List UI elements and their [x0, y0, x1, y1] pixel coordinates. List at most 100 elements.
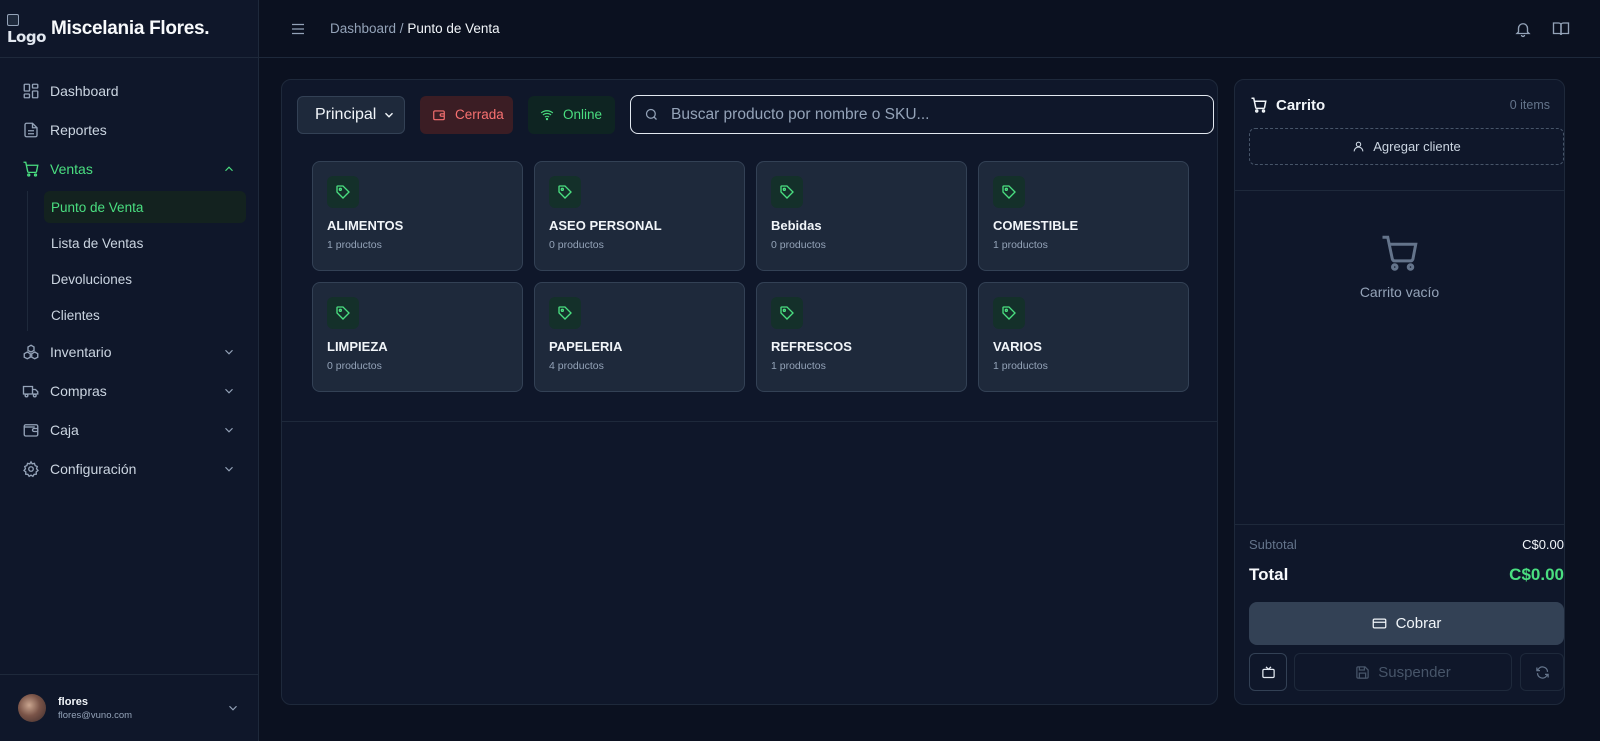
cart-icon [22, 160, 40, 178]
tv-icon [1261, 665, 1276, 680]
category-name: REFRESCOS [771, 339, 852, 354]
chevron-down-icon [222, 345, 236, 359]
sidebar: Logo Miscelania Flores. Dashboard Report… [0, 0, 259, 741]
category-name: ASEO PERSONAL [549, 218, 662, 233]
category-card[interactable]: ALIMENTOS 1 productos [312, 161, 523, 271]
wifi-icon [540, 108, 554, 122]
bell-icon[interactable] [1514, 20, 1532, 38]
logo-image: Logo [7, 12, 46, 46]
cart-header: Carrito 0 items [1250, 96, 1550, 114]
add-client-label: Agregar cliente [1373, 139, 1461, 154]
wallet-icon [432, 108, 446, 122]
sidebar-nav: Dashboard Reportes Ventas Punto de Venta… [0, 58, 258, 486]
cart-empty-state: Carrito vacío [1235, 232, 1564, 300]
subnav-item-clientes[interactable]: Clientes [44, 299, 246, 331]
category-name: COMESTIBLE [993, 218, 1079, 233]
category-card[interactable]: REFRESCOS 1 productos [756, 282, 967, 392]
cart-actions: Suspender [1249, 653, 1564, 691]
category-count: 0 productos [771, 239, 826, 251]
register-status-label: Cerrada [455, 107, 504, 122]
cart-icon [1379, 232, 1421, 274]
divider [1235, 524, 1564, 525]
customer-display-button[interactable] [1249, 653, 1287, 691]
category-card[interactable]: PAPELERIA 4 productos [534, 282, 745, 392]
brand-name: Miscelania Flores. [51, 17, 210, 39]
subtotal-label: Subtotal [1249, 537, 1297, 552]
top-header: Dashboard / Punto de Venta [259, 0, 1600, 58]
search-icon [644, 107, 659, 122]
dashboard-icon [22, 82, 40, 100]
category-card[interactable]: VARIOS 1 productos [978, 282, 1189, 392]
category-name: Bebidas [771, 218, 822, 233]
broken-image-icon [7, 13, 19, 26]
credit-card-icon [1372, 616, 1387, 631]
menu-icon[interactable] [289, 20, 307, 38]
breadcrumb-parent[interactable]: Dashboard [330, 21, 396, 36]
search-input[interactable] [671, 105, 1200, 124]
breadcrumb: Dashboard / Punto de Venta [330, 21, 500, 36]
avatar [18, 694, 46, 722]
book-icon[interactable] [1552, 20, 1570, 38]
wallet-icon [22, 421, 40, 439]
register-status-badge[interactable]: Cerrada [420, 95, 513, 134]
tag-icon [327, 297, 359, 329]
cart-title: Carrito [1276, 96, 1326, 114]
category-name: VARIOS [993, 339, 1042, 354]
cart-item-count: 0 items [1509, 98, 1550, 112]
suspend-button[interactable]: Suspender [1294, 653, 1512, 691]
sidebar-item-caja[interactable]: Caja [12, 413, 246, 447]
category-card[interactable]: ASEO PERSONAL 0 productos [534, 161, 745, 271]
pay-button[interactable]: Cobrar [1249, 602, 1564, 645]
chevron-down-icon [382, 108, 396, 122]
chevron-down-icon [222, 423, 236, 437]
tag-icon [327, 176, 359, 208]
tag-icon [993, 297, 1025, 329]
divider [282, 421, 1217, 422]
category-card[interactable]: LIMPIEZA 0 productos [312, 282, 523, 392]
divider [1235, 190, 1564, 191]
cart-icon [1250, 96, 1268, 114]
sidebar-item-label: Dashboard [50, 83, 119, 99]
category-grid: ALIMENTOS 1 productos ASEO PERSONAL 0 pr… [312, 161, 1192, 392]
sidebar-item-compras[interactable]: Compras [12, 374, 246, 408]
sidebar-item-reportes[interactable]: Reportes [12, 113, 246, 147]
sidebar-item-label: Caja [50, 422, 79, 438]
product-search[interactable] [630, 95, 1214, 134]
category-card[interactable]: COMESTIBLE 1 productos [978, 161, 1189, 271]
user-menu[interactable]: flores flores@vuno.com [0, 674, 258, 741]
category-name: PAPELERIA [549, 339, 623, 354]
category-count: 1 productos [771, 360, 826, 372]
chevron-down-icon [222, 384, 236, 398]
refresh-icon [1535, 665, 1550, 680]
add-client-button[interactable]: Agregar cliente [1249, 128, 1564, 165]
category-count: 0 productos [549, 239, 604, 251]
category-name: ALIMENTOS [327, 218, 404, 233]
sidebar-item-label: Configuración [50, 461, 137, 477]
subtotal-value: C$0.00 [1522, 537, 1564, 552]
warehouse-select[interactable]: Principal [297, 95, 405, 134]
sidebar-item-label: Ventas [50, 161, 93, 177]
category-count: 0 productos [327, 360, 382, 372]
save-icon [1355, 665, 1378, 680]
gear-icon [22, 460, 40, 478]
sidebar-item-configuracion[interactable]: Configuración [12, 452, 246, 486]
total-row: Total C$0.00 [1249, 565, 1564, 585]
sidebar-item-inventario[interactable]: Inventario [12, 335, 246, 369]
sidebar-item-ventas[interactable]: Ventas [12, 152, 246, 186]
category-name: LIMPIEZA [327, 339, 388, 354]
breadcrumb-current: Punto de Venta [407, 21, 500, 36]
connection-status-badge: Online [528, 95, 615, 134]
user-info: flores flores@vuno.com [58, 696, 226, 721]
category-count: 1 productos [327, 239, 382, 251]
category-card[interactable]: Bebidas 0 productos [756, 161, 967, 271]
subnav-item-lista-de-ventas[interactable]: Lista de Ventas [44, 227, 246, 259]
category-count: 4 productos [549, 360, 604, 372]
subnav-item-punto-de-venta[interactable]: Punto de Venta [44, 191, 246, 223]
subnav-item-devoluciones[interactable]: Devoluciones [44, 263, 246, 295]
chevron-down-icon [222, 462, 236, 476]
brand: Logo Miscelania Flores. [0, 0, 258, 58]
refresh-button[interactable] [1520, 653, 1564, 691]
pos-toolbar: Principal Cerrada Online [297, 95, 1214, 134]
total-label: Total [1249, 565, 1289, 584]
sidebar-item-dashboard[interactable]: Dashboard [12, 74, 246, 108]
